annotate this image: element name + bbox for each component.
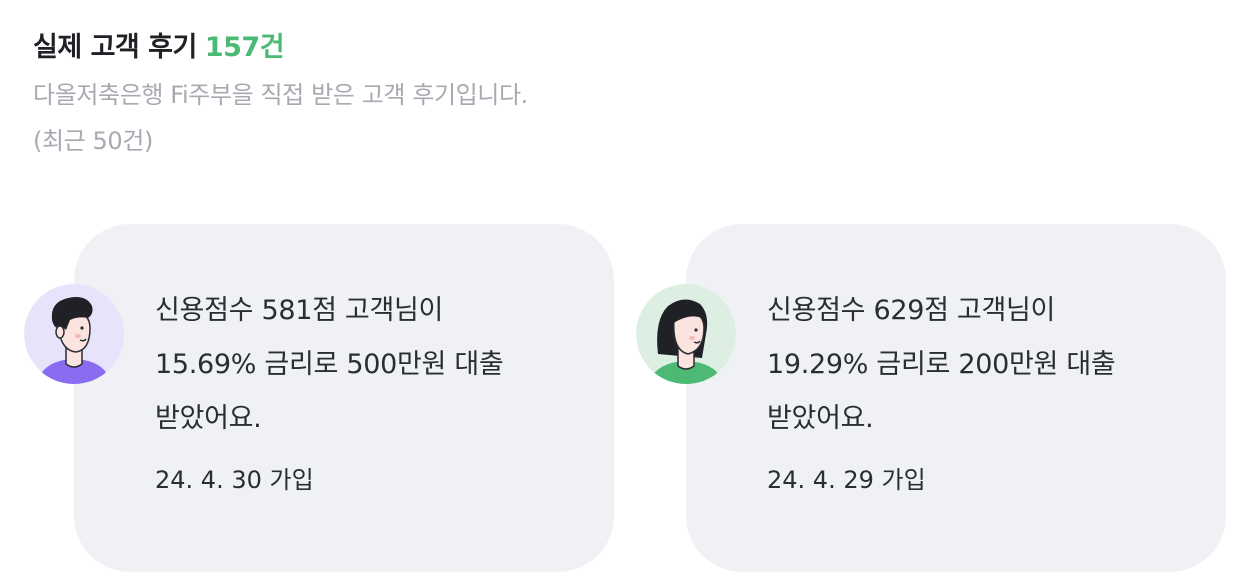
review-header: 실제 고객 후기 157건 다올저축은행 Fi주부을 직접 받은 고객 후기입니다… [33,28,528,164]
review-card: 신용점수 581점 고객님이 15.69% 금리로 500만원 대출 받았어요.… [74,224,614,572]
joined-date: 24. 4. 30 가입 [155,466,314,494]
review-line-3: 받았어요. [767,403,874,434]
male-avatar-icon [24,284,124,384]
joined-date: 24. 4. 29 가입 [767,466,926,494]
subtitle-line-1: 다올저축은행 Fi주부을 직접 받은 고객 후기입니다. [33,81,528,109]
review-line-3: 받았어요. [155,403,262,434]
review-text: 신용점수 581점 고객님이 15.69% 금리로 500만원 대출 받았어요. [155,284,595,446]
subtitle: 다올저축은행 Fi주부을 직접 받은 고객 후기입니다. (최근 50건) [33,72,528,164]
title-text: 실제 고객 후기 [33,32,197,63]
review-line-2: 19.29% 금리로 200만원 대출 [767,349,1116,380]
review-line-2: 15.69% 금리로 500만원 대출 [155,349,504,380]
subtitle-line-2: (최근 50건) [33,127,153,155]
review-count: 157건 [204,32,285,63]
female-avatar-icon [636,284,736,384]
review-line-1: 신용점수 581점 고객님이 [155,295,444,326]
page-title: 실제 고객 후기 157건 [33,28,528,68]
review-line-1: 신용점수 629점 고객님이 [767,295,1056,326]
review-card: 신용점수 629점 고객님이 19.29% 금리로 200만원 대출 받았어요.… [686,224,1226,572]
review-text: 신용점수 629점 고객님이 19.29% 금리로 200만원 대출 받았어요. [767,284,1207,446]
